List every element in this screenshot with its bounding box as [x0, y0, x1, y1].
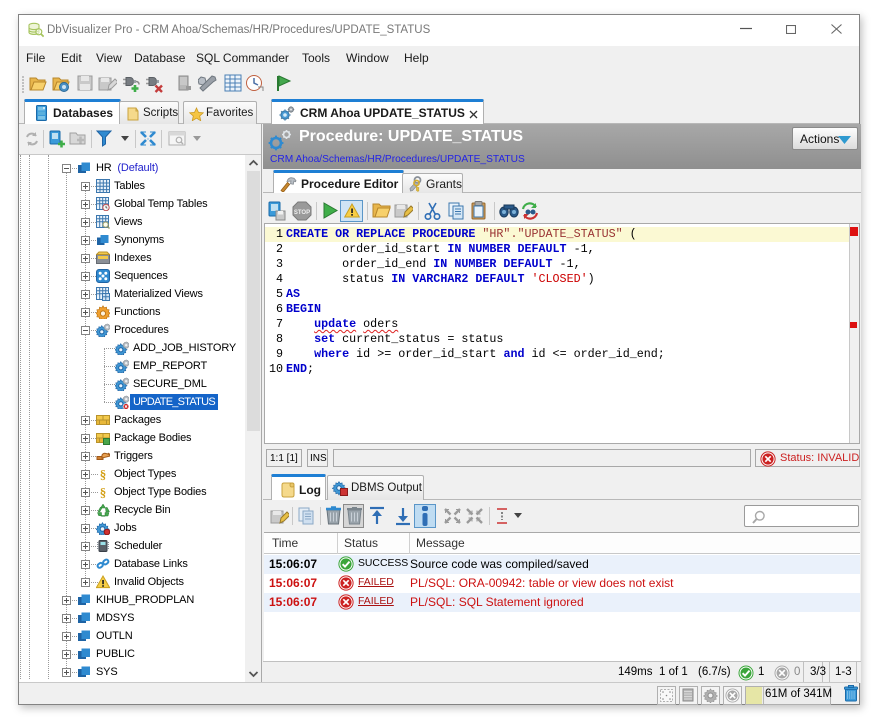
svg-text:STOP: STOP [294, 210, 310, 216]
svg-text:§: § [100, 485, 107, 499]
svg-text:§: § [100, 467, 107, 481]
